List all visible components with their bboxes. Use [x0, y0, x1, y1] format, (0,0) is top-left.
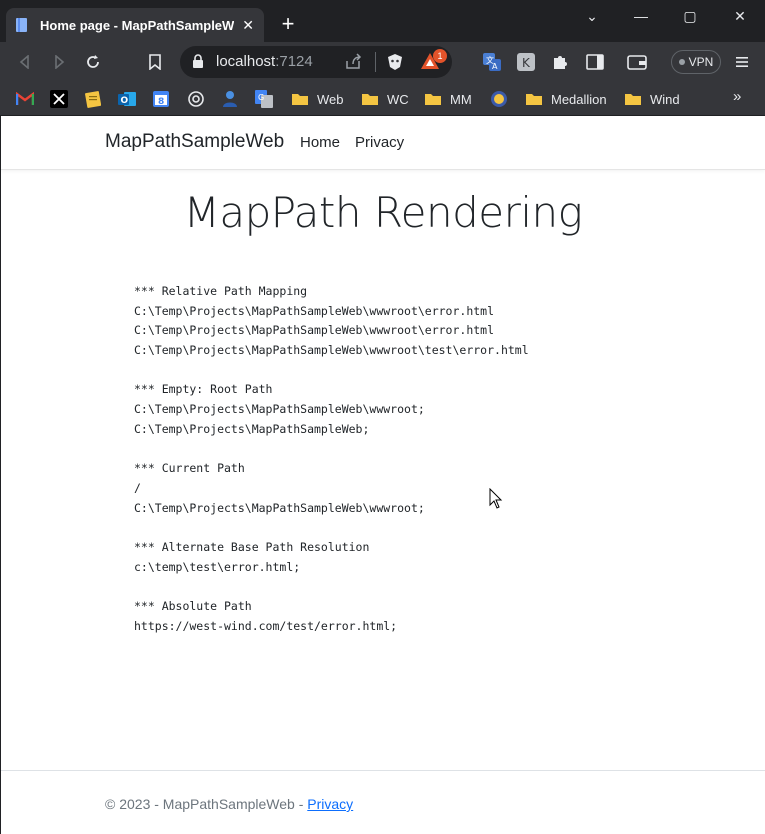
svg-text:O: O: [121, 96, 129, 106]
footer-privacy-link[interactable]: Privacy: [307, 796, 353, 812]
brave-shields-icon[interactable]: [386, 53, 404, 76]
browser-titlebar: Home page - MapPathSampleWeb ✕ + ⌄ — ▢ ✕: [0, 0, 765, 42]
output-line: *** Empty: Root Path: [134, 382, 273, 397]
mouse-cursor-icon: [489, 487, 503, 515]
output-line: C:\Temp\Projects\MapPathSampleWeb\wwwroo…: [134, 500, 425, 515]
folder-icon: [362, 94, 378, 105]
lock-icon[interactable]: [192, 54, 204, 74]
bookmark-folder-medallion[interactable]: Medallion: [525, 88, 607, 110]
output-line: *** Alternate Base Path Resolution: [134, 539, 370, 554]
nav-link-privacy[interactable]: Privacy: [355, 134, 404, 151]
nav-link-home[interactable]: Home: [300, 134, 340, 151]
bookmarks-overflow-icon[interactable]: »: [733, 88, 741, 105]
svg-text:K: K: [522, 56, 531, 70]
page-title: MapPath Rendering: [183, 188, 583, 237]
bookmarks-bar: O 8 G Web WC MM Medallion Wind »: [0, 82, 765, 116]
page-icon: [14, 17, 30, 33]
extensions-puzzle-icon[interactable]: [550, 52, 570, 72]
output-line: c:\temp\test\error.html;: [134, 559, 301, 574]
output-line: C:\Temp\Projects\MapPathSampleWeb\wwwroo…: [134, 303, 495, 318]
calendar-icon[interactable]: 8: [151, 89, 171, 109]
google-translate-icon[interactable]: G: [254, 89, 274, 109]
wallet-icon[interactable]: [627, 52, 647, 72]
menu-icon[interactable]: [732, 52, 752, 72]
output-line: C:\Temp\Projects\MapPathSampleWeb\wwwroo…: [134, 402, 425, 417]
vpn-button[interactable]: VPN: [671, 50, 721, 74]
path-output: *** Relative Path Mapping C:\Temp\Project…: [134, 282, 529, 636]
svg-text:G: G: [258, 93, 264, 102]
browser-toolbar: localhost:7124 1 文A K VPN: [0, 42, 765, 82]
output-line: https://west-wind.com/test/error.html;: [134, 618, 398, 633]
forward-icon[interactable]: [47, 50, 71, 74]
footer-text: © 2023 - MapPathSampleWeb - Privacy: [105, 796, 354, 812]
tab-search-icon[interactable]: ⌄: [580, 8, 604, 25]
output-line: C:\Temp\Projects\MapPathSampleWeb\wwwroo…: [134, 323, 495, 338]
output-line: *** Current Path: [134, 461, 245, 476]
folder-icon: [625, 94, 641, 105]
gmail-icon[interactable]: [15, 89, 35, 109]
x-twitter-icon[interactable]: [49, 89, 69, 109]
browser-tab[interactable]: Home page - MapPathSampleWeb ✕: [6, 8, 264, 42]
output-line: C:\Temp\Projects\MapPathSampleWeb;: [134, 421, 370, 436]
folder-icon: [526, 94, 542, 105]
site-brand-link[interactable]: MapPathSampleWeb: [105, 131, 284, 153]
bookmark-folder-mm[interactable]: MM: [424, 88, 472, 110]
site-footer: © 2023 - MapPathSampleWeb - Privacy: [1, 770, 765, 834]
close-tab-icon[interactable]: ✕: [240, 17, 256, 34]
medal-icon[interactable]: [489, 89, 509, 109]
output-line: C:\Temp\Projects\MapPathSampleWeb\wwwroo…: [134, 343, 529, 358]
notes-icon[interactable]: [83, 89, 103, 109]
bookmark-icon[interactable]: [143, 50, 167, 74]
close-window-icon[interactable]: ✕: [728, 8, 752, 25]
back-icon[interactable]: [13, 50, 37, 74]
maximize-icon[interactable]: ▢: [678, 8, 702, 25]
bookmark-folder-wind[interactable]: Wind: [624, 88, 680, 110]
svg-text:8: 8: [158, 97, 164, 107]
bookmark-folder-wc[interactable]: WC: [361, 88, 409, 110]
folder-icon: [292, 94, 308, 105]
kagi-extension-icon[interactable]: K: [516, 52, 536, 72]
person-icon[interactable]: [220, 89, 240, 109]
site-navbar: MapPathSampleWeb Home Privacy: [1, 116, 765, 170]
chatgpt-icon[interactable]: [186, 89, 206, 109]
page-viewport: MapPathSampleWeb Home Privacy MapPath Re…: [1, 116, 765, 834]
svg-text:A: A: [492, 62, 498, 71]
bookmark-folder-web[interactable]: Web: [291, 88, 344, 110]
vpn-status-icon: [678, 59, 685, 65]
divider: [375, 52, 376, 72]
output-line: *** Relative Path Mapping: [134, 284, 308, 298]
translate-extension-icon[interactable]: 文A: [482, 52, 502, 72]
url-text[interactable]: localhost:7124: [216, 53, 313, 70]
output-line: *** Absolute Path: [134, 599, 252, 613]
new-tab-icon[interactable]: +: [276, 12, 300, 36]
output-line: /: [134, 480, 141, 495]
tab-title: Home page - MapPathSampleWeb: [40, 17, 235, 33]
sidebar-icon[interactable]: [585, 52, 605, 72]
folder-icon: [425, 94, 441, 105]
outlook-icon[interactable]: O: [117, 89, 137, 109]
address-bar[interactable]: localhost:7124 1: [180, 46, 452, 78]
reload-icon[interactable]: [81, 50, 105, 74]
rewards-badge: 1: [433, 49, 447, 63]
share-icon[interactable]: [344, 53, 362, 76]
minimize-icon[interactable]: —: [629, 8, 653, 24]
